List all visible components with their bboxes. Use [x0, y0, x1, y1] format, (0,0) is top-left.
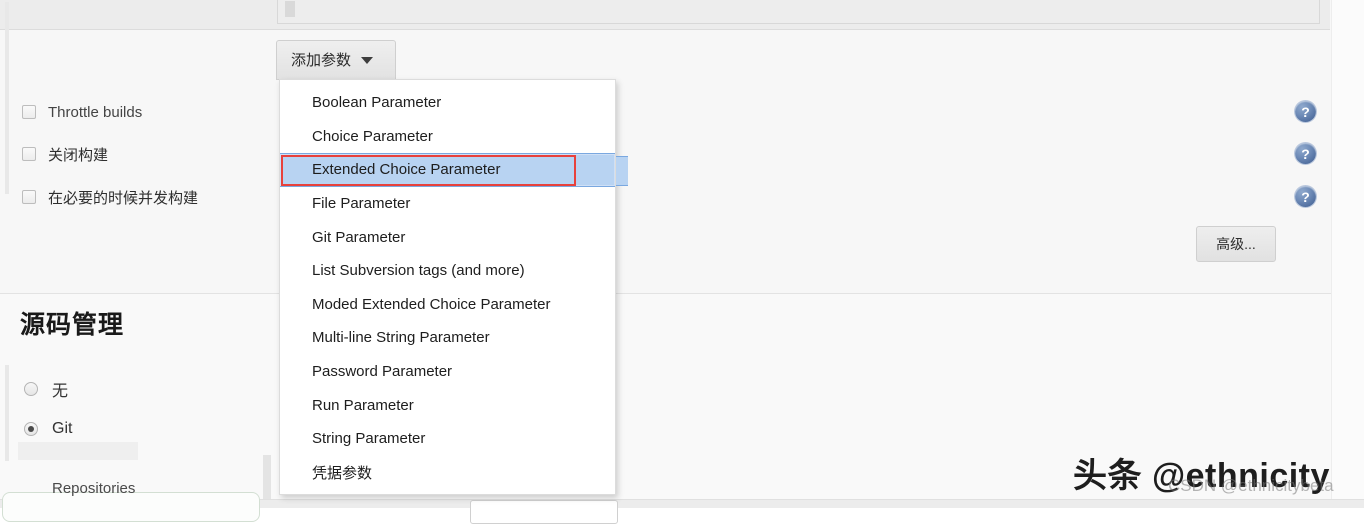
- page-background-upper: [0, 0, 1364, 294]
- dropdown-item[interactable]: File Parameter: [280, 187, 615, 221]
- dropdown-item[interactable]: List Subversion tags (and more): [280, 254, 615, 288]
- checkbox-row-throttle-builds[interactable]: Throttle builds: [22, 101, 142, 123]
- page-title-scm: 源码管理: [20, 311, 125, 339]
- add-parameter-label: 添加参数: [291, 51, 352, 69]
- bottom-left-scroll-rail: [263, 455, 271, 500]
- checkbox-label: Throttle builds: [48, 103, 143, 121]
- checkbox-icon[interactable]: [22, 190, 36, 204]
- dropdown-item[interactable]: Multi-line String Parameter: [280, 321, 615, 355]
- textarea-scroll-handle[interactable]: [285, 1, 295, 17]
- left-accent-rail-upper: [5, 2, 9, 194]
- checkbox-label: 关闭构建: [48, 146, 109, 164]
- dropdown-item[interactable]: 凭据参数: [280, 456, 615, 490]
- page-canvas: 添加参数 Boolean Parameter Choice Parameter Ex…: [0, 0, 1364, 524]
- dropdown-item[interactable]: Password Parameter: [280, 355, 615, 389]
- checkbox-row-concurrent-build[interactable]: 在必要的时候并发构建: [22, 186, 198, 208]
- page-right-edge: [1331, 0, 1364, 508]
- radio-icon-selected[interactable]: [24, 422, 38, 436]
- dropdown-item[interactable]: Moded Extended Choice Parameter: [280, 288, 615, 322]
- radio-label: 无: [52, 383, 69, 400]
- chevron-down-icon: [361, 56, 374, 64]
- dropdown-item[interactable]: Git Parameter: [280, 220, 615, 254]
- repositories-label: Repositories: [52, 480, 136, 497]
- help-icon[interactable]: [1295, 143, 1316, 164]
- dropdown-item[interactable]: Boolean Parameter: [280, 86, 615, 120]
- checkbox-icon[interactable]: [22, 147, 36, 161]
- page-background-lower: [0, 294, 1364, 508]
- add-parameter-dropdown[interactable]: Boolean Parameter Choice Parameter Extende…: [279, 79, 616, 495]
- checkbox-icon[interactable]: [22, 105, 36, 119]
- scm-subpanel-strip: [18, 442, 138, 460]
- repository-url-field[interactable]: [470, 500, 618, 524]
- dropdown-item[interactable]: Extended Choice Parameter: [280, 153, 615, 187]
- help-icon[interactable]: [1295, 186, 1316, 207]
- radio-icon[interactable]: [24, 382, 38, 396]
- section-divider: [0, 293, 1335, 294]
- radio-row-git[interactable]: Git: [24, 418, 72, 440]
- checkbox-row-disable-build[interactable]: 关闭构建: [22, 143, 108, 165]
- help-icon[interactable]: [1295, 101, 1316, 122]
- dropdown-item[interactable]: String Parameter: [280, 422, 615, 456]
- radio-label: Git: [52, 420, 73, 437]
- config-block: [0, 0, 1330, 30]
- radio-row-none[interactable]: 无: [24, 378, 68, 400]
- config-textarea-remnant: [277, 0, 1320, 24]
- dropdown-item[interactable]: Choice Parameter: [280, 120, 615, 154]
- add-parameter-button[interactable]: 添加参数: [276, 40, 396, 80]
- left-accent-rail-lower: [5, 365, 9, 461]
- selection-highlight-overflow: [616, 156, 628, 186]
- checkbox-label: 在必要的时候并发构建: [48, 189, 199, 207]
- advanced-button[interactable]: 高级...: [1196, 226, 1276, 262]
- dropdown-item[interactable]: Run Parameter: [280, 388, 615, 422]
